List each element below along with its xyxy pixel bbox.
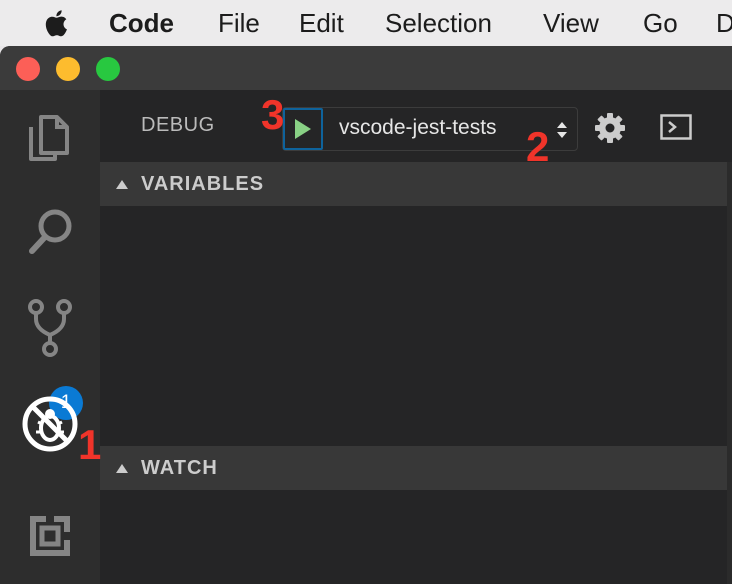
menu-debug-truncated[interactable]: D bbox=[716, 7, 732, 39]
annotation-2: 2 bbox=[526, 123, 550, 170]
minimize-window-button[interactable] bbox=[56, 57, 80, 81]
annotation-3: 3 bbox=[261, 91, 285, 138]
search-icon bbox=[29, 209, 72, 254]
close-window-button[interactable] bbox=[16, 57, 40, 81]
menu-view[interactable]: View bbox=[543, 7, 599, 39]
activity-bar: 1 bbox=[0, 90, 100, 584]
menu-edit[interactable]: Edit bbox=[299, 7, 344, 39]
configuration-select[interactable]: vscode-jest-tests bbox=[339, 116, 497, 140]
play-icon bbox=[295, 119, 311, 139]
activity-debug[interactable] bbox=[18, 392, 82, 456]
title-bar bbox=[0, 46, 732, 90]
watch-section-header[interactable]: WATCH bbox=[100, 446, 727, 490]
variables-section-header[interactable]: VARIABLES bbox=[100, 162, 727, 206]
menu-code[interactable]: Code bbox=[109, 7, 174, 39]
sidebar-scrollbar[interactable] bbox=[727, 162, 732, 584]
debug-toolbar: DEBUG vscode-jest-tests bbox=[100, 90, 732, 162]
apple-logo-icon[interactable] bbox=[40, 6, 74, 40]
git-branch-icon bbox=[28, 299, 72, 357]
start-debugging-button[interactable] bbox=[283, 108, 323, 150]
files-icon bbox=[29, 115, 69, 161]
select-arrows-icon[interactable] bbox=[555, 120, 569, 140]
vscode-window: 1 DEBUG vscode-jest-tests VARIABLES WATC… bbox=[0, 46, 732, 584]
no-bug-icon bbox=[22, 396, 78, 452]
collapse-arrow-icon bbox=[116, 463, 128, 473]
activity-search[interactable] bbox=[18, 200, 82, 264]
activity-extensions[interactable] bbox=[18, 504, 82, 568]
watch-label: WATCH bbox=[141, 456, 218, 479]
menu-bar: Code File Edit Selection View Go D bbox=[0, 0, 732, 46]
extensions-icon bbox=[30, 516, 70, 556]
gear-icon[interactable] bbox=[594, 112, 626, 144]
debug-title: DEBUG bbox=[141, 114, 215, 136]
menu-selection[interactable]: Selection bbox=[385, 7, 492, 39]
annotation-1: 1 bbox=[78, 421, 102, 468]
zoom-window-button[interactable] bbox=[96, 57, 120, 81]
activity-explorer[interactable] bbox=[18, 106, 82, 170]
collapse-arrow-icon bbox=[116, 179, 128, 189]
variables-label: VARIABLES bbox=[141, 172, 265, 195]
activity-source-control[interactable] bbox=[18, 296, 82, 360]
terminal-icon[interactable] bbox=[660, 114, 692, 140]
debug-sidebar: DEBUG vscode-jest-tests VARIABLES WATCH bbox=[100, 90, 732, 584]
menu-file[interactable]: File bbox=[218, 7, 260, 39]
menu-go[interactable]: Go bbox=[643, 7, 678, 39]
